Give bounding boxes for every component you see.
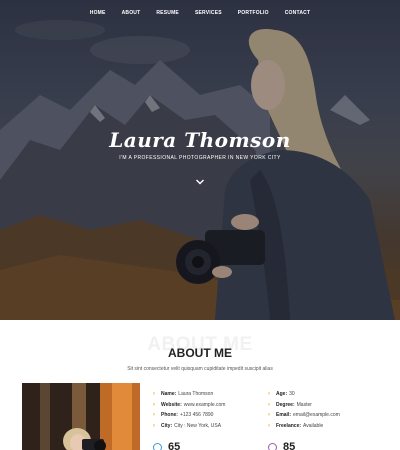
chevron-right-icon: › <box>153 412 155 419</box>
stat-counter: 65 <box>153 441 180 450</box>
nav-item-portfolio[interactable]: PORTFOLIO <box>230 9 277 17</box>
stat-value: 85 <box>283 441 296 450</box>
about-details-left: › Name: Laura Thomson › Website: www.exa… <box>153 389 225 431</box>
chevron-right-icon: › <box>268 412 270 419</box>
detail-degree: › Degree: Master <box>268 401 312 408</box>
detail-name: › Name: Laura Thomson <box>153 391 214 398</box>
nav-item-services[interactable]: SERVICES <box>187 9 230 17</box>
about-subtitle: Sit sint consectetur velit quisquam cupi… <box>127 366 273 372</box>
about-details-right: › Age: 30 › Degree: Master › Email: emai… <box>268 389 340 431</box>
chevron-down-icon[interactable] <box>194 176 206 188</box>
about-title: ABOUT ME <box>168 346 232 360</box>
stat-counter: 85 <box>268 441 295 450</box>
chevron-right-icon: › <box>153 422 155 429</box>
chevron-right-icon: › <box>268 391 270 398</box>
detail-website: › Website: www.example.com <box>153 401 226 408</box>
profile-photo <box>22 383 140 450</box>
chevron-right-icon: › <box>268 401 270 408</box>
detail-phone: › Phone: +123 456 7890 <box>153 412 214 419</box>
nav-item-about[interactable]: ABOUT <box>114 9 149 17</box>
nav-item-resume[interactable]: RESUME <box>148 9 187 17</box>
hero-name: Laura Thomson <box>109 128 291 152</box>
hero-tagline: I'm a professional photographer in New Y… <box>119 155 281 161</box>
chevron-right-icon: › <box>153 401 155 408</box>
chevron-right-icon: › <box>268 422 270 429</box>
detail-freelance: › Freelance: Available <box>268 422 324 429</box>
main-nav: HOME ABOUT RESUME SERVICES PORTFOLIO CON… <box>0 9 400 17</box>
detail-age: › Age: 30 <box>268 391 295 398</box>
nav-item-contact[interactable]: CONTACT <box>277 9 318 17</box>
smile-icon <box>153 442 162 450</box>
stat-value: 65 <box>168 441 181 450</box>
nav-item-home[interactable]: HOME <box>82 9 114 17</box>
detail-email: › Email: email@example.com <box>268 412 340 419</box>
hero-section: HOME ABOUT RESUME SERVICES PORTFOLIO CON… <box>0 0 400 320</box>
chevron-right-icon: › <box>153 391 155 398</box>
journal-icon <box>268 442 277 450</box>
detail-city: › City: City : New York, USA <box>153 422 222 429</box>
